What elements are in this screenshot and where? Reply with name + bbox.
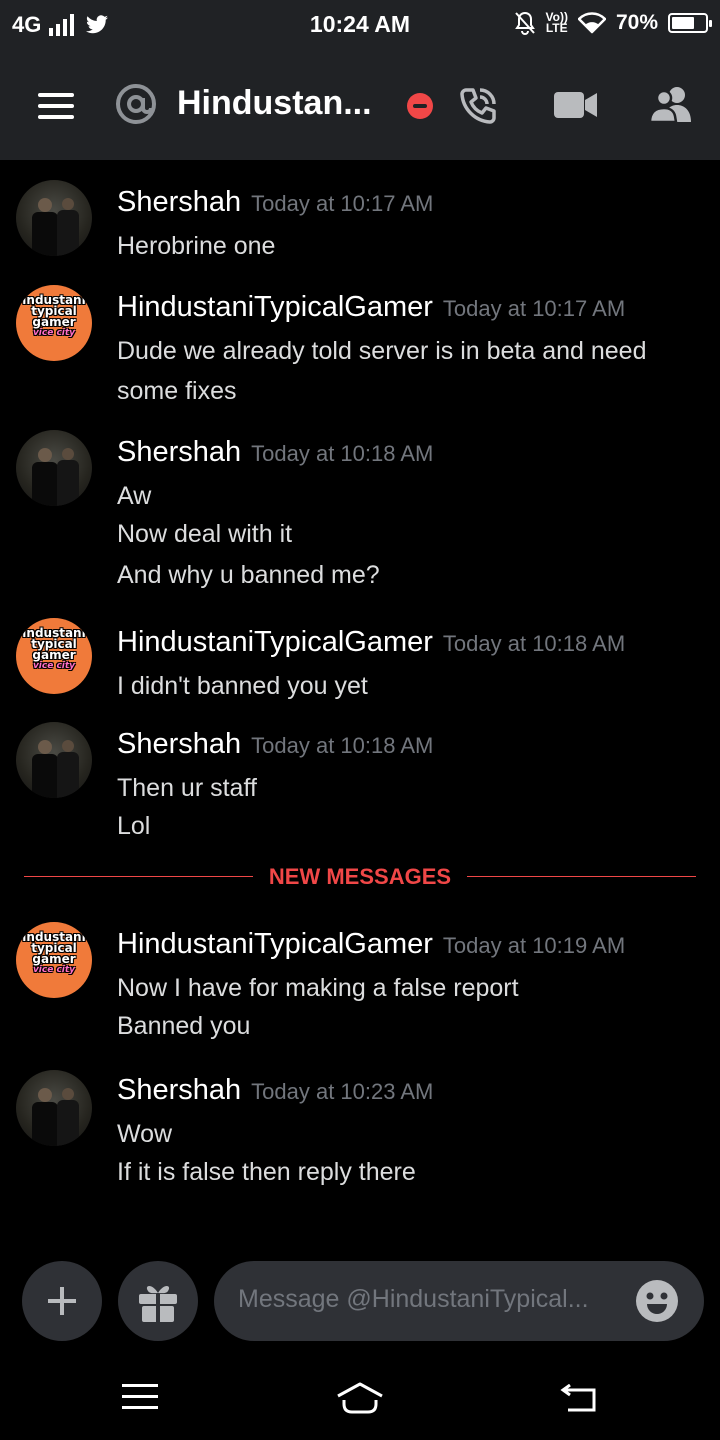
message-header: HindustaniTypicalGamer Today at 10:18 AM	[117, 626, 625, 659]
recent-apps-icon[interactable]	[122, 1384, 158, 1410]
message-line: Now I have for making a false report	[117, 974, 519, 1002]
message-line: Lol	[117, 812, 151, 840]
message-line: And why u banned me?	[117, 561, 380, 589]
at-icon	[116, 84, 156, 124]
message-author[interactable]: HindustaniTypicalGamer	[117, 928, 433, 960]
message-line: some fixes	[117, 377, 237, 405]
message-input[interactable]: Message @HindustaniTypical...	[214, 1261, 704, 1341]
message-input-placeholder: Message @HindustaniTypical...	[238, 1285, 589, 1313]
message-line: Aw	[117, 482, 152, 510]
gift-button[interactable]	[118, 1261, 198, 1341]
volte-indicator: Vo)) LTE	[545, 10, 568, 35]
avatar[interactable]	[16, 1070, 92, 1146]
message-header: HindustaniTypicalGamer Today at 10:17 AM	[117, 291, 625, 324]
message-line: Banned you	[117, 1012, 251, 1040]
avatar[interactable]: ındustanı typical gamer vice city	[16, 922, 92, 998]
emoji-icon	[646, 1292, 668, 1314]
system-nav-bar	[0, 1350, 720, 1440]
battery-fill	[672, 17, 695, 29]
channel-title[interactable]: Hindustan...	[177, 84, 397, 123]
message-line: Dude we already told server is in beta a…	[117, 337, 647, 365]
message-author[interactable]: HindustaniTypicalGamer	[117, 291, 433, 323]
wifi-icon	[577, 12, 606, 34]
avatar[interactable]	[16, 180, 92, 256]
battery-percent: 70%	[615, 11, 658, 34]
members-icon[interactable]	[650, 86, 694, 122]
dnd-icon	[407, 93, 433, 119]
avatar[interactable]	[16, 722, 92, 798]
message-timestamp: Today at 10:18 AM	[251, 733, 434, 758]
gift-icon	[139, 1286, 177, 1322]
message-line: Wow	[117, 1120, 173, 1148]
avatar[interactable]	[16, 430, 92, 506]
phone-call-icon[interactable]	[458, 86, 498, 126]
status-right: Vo)) LTE 70%	[514, 10, 712, 35]
message-author[interactable]: HindustaniTypicalGamer	[117, 626, 433, 658]
message-line: Now deal with it	[117, 520, 293, 548]
new-messages-divider: NEW MESSAGES	[24, 862, 696, 892]
message-author[interactable]: Shershah	[117, 1074, 241, 1106]
plus-icon	[48, 1287, 76, 1315]
message-header: HindustaniTypicalGamer Today at 10:19 AM	[117, 928, 625, 961]
hamburger-icon[interactable]	[38, 93, 74, 119]
back-icon[interactable]	[560, 1384, 598, 1412]
new-messages-label: NEW MESSAGES	[252, 864, 468, 889]
message-header: Shershah Today at 10:17 AM	[117, 186, 433, 219]
message-timestamp: Today at 10:17 AM	[251, 191, 434, 216]
mute-bell-icon	[514, 11, 535, 35]
message-author[interactable]: Shershah	[117, 436, 241, 468]
message-timestamp: Today at 10:23 AM	[251, 1079, 434, 1104]
message-line: Herobrine one	[117, 232, 276, 260]
message-author[interactable]: Shershah	[117, 728, 241, 760]
message-line: If it is false then reply there	[117, 1158, 416, 1186]
message-header: Shershah Today at 10:18 AM	[117, 436, 433, 469]
message-line: I didn't banned you yet	[117, 672, 368, 700]
battery-icon	[668, 13, 712, 33]
avatar[interactable]: ındustanı typical gamer vice city	[16, 285, 92, 361]
message-author[interactable]: Shershah	[117, 186, 241, 218]
message-timestamp: Today at 10:18 AM	[251, 441, 434, 466]
message-header: Shershah Today at 10:23 AM	[117, 1074, 433, 1107]
message-header: Shershah Today at 10:18 AM	[117, 728, 433, 761]
channel-header: Hindustan...	[0, 50, 720, 160]
message-timestamp: Today at 10:19 AM	[442, 933, 626, 958]
message-list: Shershah Today at 10:17 AM Herobrine one …	[0, 160, 720, 1250]
add-attachment-button[interactable]	[22, 1261, 102, 1341]
emoji-button[interactable]	[636, 1280, 678, 1322]
message-timestamp: Today at 10:18 AM	[442, 631, 626, 656]
video-camera-icon[interactable]	[554, 90, 598, 120]
message-timestamp: Today at 10:17 AM	[442, 296, 626, 321]
status-bar: 4G 10:24 AM Vo)) LTE 70%	[0, 0, 720, 50]
message-line: Then ur staff	[117, 774, 257, 802]
home-icon[interactable]	[336, 1382, 384, 1414]
avatar[interactable]: ındustanı typical gamer vice city	[16, 618, 92, 694]
message-composer: Message @HindustaniTypical...	[0, 1258, 720, 1344]
